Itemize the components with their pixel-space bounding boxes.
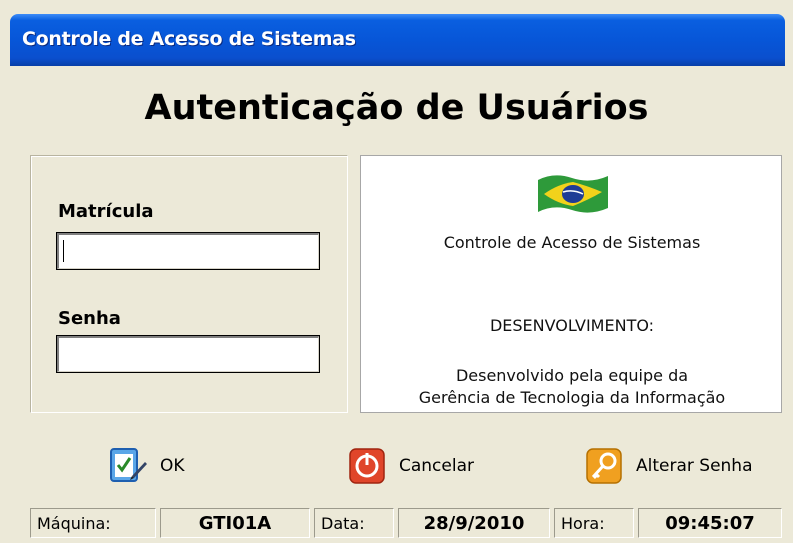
senha-input[interactable] bbox=[56, 335, 320, 373]
status-bar: Máquina: GTI01A Data: 28/9/2010 Hora: 09… bbox=[30, 508, 782, 540]
machine-value: GTI01A bbox=[160, 508, 310, 538]
matricula-label: Matrícula bbox=[58, 201, 154, 222]
date-label: Data: bbox=[314, 508, 394, 538]
system-name-text: Controle de Acesso de Sistemas bbox=[443, 233, 701, 252]
text-caret bbox=[63, 240, 64, 262]
time-label: Hora: bbox=[554, 508, 634, 538]
development-heading: DESENVOLVIMENTO: bbox=[489, 316, 655, 335]
cancel-button[interactable]: Cancelar bbox=[347, 444, 474, 488]
time-value: 09:45:07 bbox=[638, 508, 782, 538]
title-bar[interactable]: Controle de Acesso de Sistemas bbox=[10, 14, 785, 66]
matricula-input[interactable] bbox=[56, 232, 320, 270]
change-password-label: Alterar Senha bbox=[636, 456, 753, 476]
ok-label: OK bbox=[160, 456, 185, 476]
senha-label: Senha bbox=[58, 308, 121, 329]
ok-button[interactable]: OK bbox=[108, 444, 185, 488]
login-window: Controle de Acesso de Sistemas Autentica… bbox=[0, 0, 793, 543]
page-title: Autenticação de Usuários bbox=[144, 88, 649, 128]
power-icon bbox=[349, 448, 385, 484]
info-panel: Controle de Acesso de Sistemas DESENVOLV… bbox=[360, 155, 782, 413]
brazil-flag-icon bbox=[538, 175, 608, 213]
checklist-edit-icon bbox=[110, 448, 147, 482]
key-icon bbox=[586, 448, 622, 484]
machine-label: Máquina: bbox=[30, 508, 156, 538]
developer-line-1: Desenvolvido pela equipe da bbox=[455, 366, 689, 385]
change-password-button[interactable]: Alterar Senha bbox=[584, 444, 753, 488]
developer-line-2: Gerência de Tecnologia da Informação bbox=[418, 388, 726, 407]
cancel-label: Cancelar bbox=[399, 456, 474, 476]
date-value: 28/9/2010 bbox=[398, 508, 550, 538]
login-panel bbox=[30, 155, 348, 413]
window-title: Controle de Acesso de Sistemas bbox=[22, 28, 356, 50]
